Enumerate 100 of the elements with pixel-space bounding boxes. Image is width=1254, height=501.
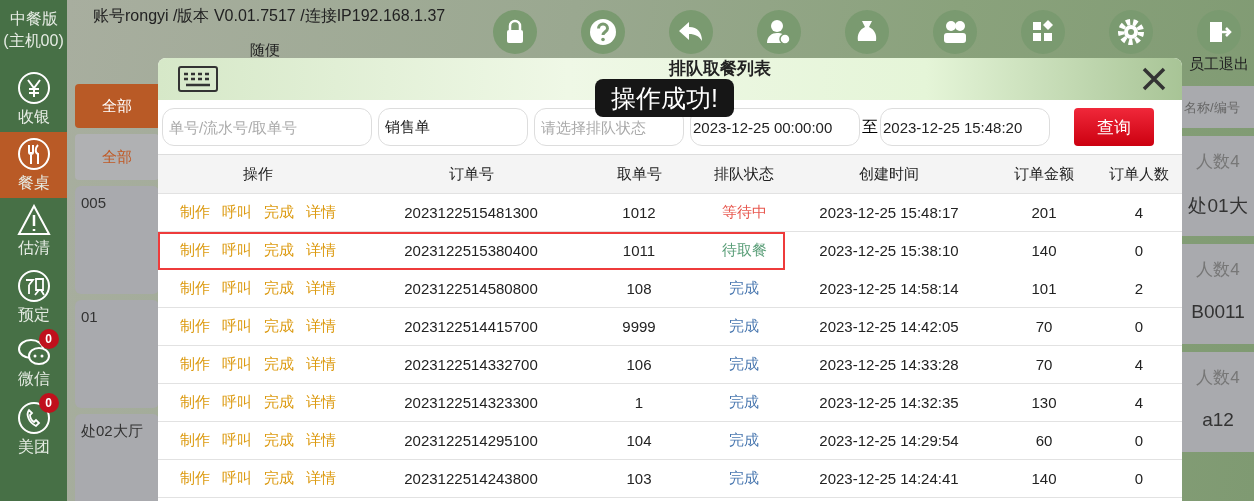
status-text: 待取餐 — [720, 241, 768, 260]
table-cell-text: 1 — [633, 394, 645, 411]
column-header: 操作 — [242, 164, 274, 184]
close-icon[interactable] — [1142, 67, 1166, 91]
fork-knife-icon — [16, 136, 51, 171]
table-cell-text: 2023-12-25 15:48:17 — [818, 204, 960, 221]
table-cell-text: 2023122514243800 — [403, 470, 539, 487]
action-link[interactable]: 详情 — [306, 203, 336, 222]
action-link[interactable]: 完成 — [264, 431, 294, 450]
action-link[interactable]: 呼叫 — [222, 355, 252, 374]
action-link[interactable]: 详情 — [306, 355, 336, 374]
search-field[interactable]: 名称/编号 — [1182, 86, 1254, 128]
action-link[interactable]: 完成 — [264, 241, 294, 260]
notification-badge: 0 — [38, 328, 59, 349]
table-card[interactable]: 01 — [75, 300, 159, 408]
action-link[interactable]: 完成 — [264, 469, 294, 488]
action-link[interactable]: 呼叫 — [222, 203, 252, 222]
action-link[interactable]: 呼叫 — [222, 241, 252, 260]
end-time-field[interactable]: 2023-12-25 15:48:20 — [880, 108, 1050, 146]
yen-icon — [16, 70, 51, 105]
exit-door-icon[interactable] — [1197, 10, 1241, 54]
action-link[interactable]: 完成 — [264, 279, 294, 298]
action-link[interactable]: 完成 — [264, 203, 294, 222]
sidebar-item[interactable]: 餐桌 — [0, 132, 67, 198]
query-button[interactable]: 查询 — [1074, 108, 1154, 146]
action-link[interactable]: 详情 — [306, 469, 336, 488]
action-link[interactable]: 制作 — [180, 355, 210, 374]
table-cell-text: 2023-12-25 14:32:35 — [818, 394, 960, 411]
range-separator: 至 — [862, 116, 878, 137]
phone-icon — [16, 400, 51, 435]
table-cell-text: 2023122514332700 — [403, 356, 539, 373]
action-link[interactable]: 制作 — [180, 393, 210, 412]
table-cell-text: 1011 — [621, 242, 657, 259]
action-link[interactable]: 呼叫 — [222, 317, 252, 336]
table-cell-text: 60 — [1034, 432, 1054, 449]
table-cell-text: 2023122515481300 — [403, 204, 539, 221]
action-link[interactable]: 详情 — [306, 279, 336, 298]
table-name: 处01大 — [1188, 194, 1248, 218]
table-card[interactable]: 处02大厅 — [75, 414, 159, 501]
action-link[interactable]: 完成 — [264, 317, 294, 336]
help-icon[interactable] — [581, 10, 625, 54]
order-type-field[interactable]: 销售单 — [378, 108, 528, 146]
table-cell-text: 2023122514415700 — [403, 318, 539, 335]
table-cell-text: 2023-12-25 14:58:14 — [818, 280, 960, 297]
mode-label: 随便 — [250, 41, 281, 60]
lock-icon[interactable] — [493, 10, 537, 54]
column-header: 订单人数 — [1108, 164, 1170, 184]
action-link[interactable]: 制作 — [180, 469, 210, 488]
sidebar-item[interactable]: 收银 — [0, 66, 67, 132]
table-card[interactable]: 005 — [75, 186, 159, 294]
all-filter-button[interactable]: 全部 — [75, 84, 159, 128]
grid-icon[interactable] — [1021, 10, 1065, 54]
action-link[interactable]: 制作 — [180, 279, 210, 298]
action-link[interactable]: 详情 — [306, 241, 336, 260]
table-cell-text: 2023-12-25 15:38:10 — [818, 242, 960, 259]
table-cell-text: 140 — [1030, 242, 1058, 259]
notification-badge: 0 — [38, 392, 59, 413]
action-link[interactable]: 完成 — [264, 393, 294, 412]
action-link[interactable]: 完成 — [264, 355, 294, 374]
sidebar-item[interactable]: 估清 — [0, 198, 67, 264]
warning-icon — [16, 203, 51, 236]
action-link[interactable]: 详情 — [306, 317, 336, 336]
status-text: 完成 — [728, 469, 760, 488]
table-cell-text: 201 — [1030, 204, 1058, 221]
action-link[interactable]: 呼叫 — [222, 279, 252, 298]
action-link[interactable]: 制作 — [180, 317, 210, 336]
settings-icon[interactable] — [1109, 10, 1153, 54]
table-cell-text: 4 — [1133, 394, 1145, 411]
action-link[interactable]: 制作 — [180, 241, 210, 260]
sidebar-item[interactable]: 预定 — [0, 264, 67, 330]
action-link[interactable]: 制作 — [180, 203, 210, 222]
table-cell-text: 0 — [1133, 318, 1145, 335]
column-header: 取单号 — [615, 164, 663, 184]
exit-button[interactable]: 员工退出 — [1189, 55, 1249, 74]
status-text: 完成 — [728, 355, 760, 374]
action-link[interactable]: 呼叫 — [222, 431, 252, 450]
table-name: B0011 — [1191, 301, 1245, 323]
action-link[interactable]: 详情 — [306, 393, 336, 412]
action-link[interactable]: 详情 — [306, 431, 336, 450]
all-area-tab[interactable]: 全部 — [75, 134, 159, 180]
table-cell-text: 104 — [625, 432, 653, 449]
table-cell-text: 2023122514323300 — [403, 394, 539, 411]
money-bag-icon[interactable] — [845, 10, 889, 54]
table-cell-text: 4 — [1133, 356, 1145, 373]
app-edition: 中餐版 (主机00) — [2, 9, 65, 51]
action-link[interactable]: 呼叫 — [222, 393, 252, 412]
action-link[interactable]: 呼叫 — [222, 469, 252, 488]
action-link[interactable]: 制作 — [180, 431, 210, 450]
table-cell-text: 108 — [625, 280, 653, 297]
keyboard-icon[interactable] — [178, 66, 218, 92]
table-cell-text: 0 — [1133, 470, 1145, 487]
status-text: 完成 — [728, 279, 760, 298]
table-cell-text: 1012 — [621, 204, 657, 221]
table-cell-text: 4 — [1133, 204, 1145, 221]
table-cell-text: 2023-12-25 14:29:54 — [818, 432, 960, 449]
table-cell-text: 140 — [1030, 470, 1058, 487]
order-number-field[interactable]: 单号/流水号/取单号 — [162, 108, 372, 146]
table-cell-text: 0 — [1133, 432, 1145, 449]
chat-icon — [16, 336, 51, 367]
column-header: 订单金额 — [1013, 164, 1075, 184]
